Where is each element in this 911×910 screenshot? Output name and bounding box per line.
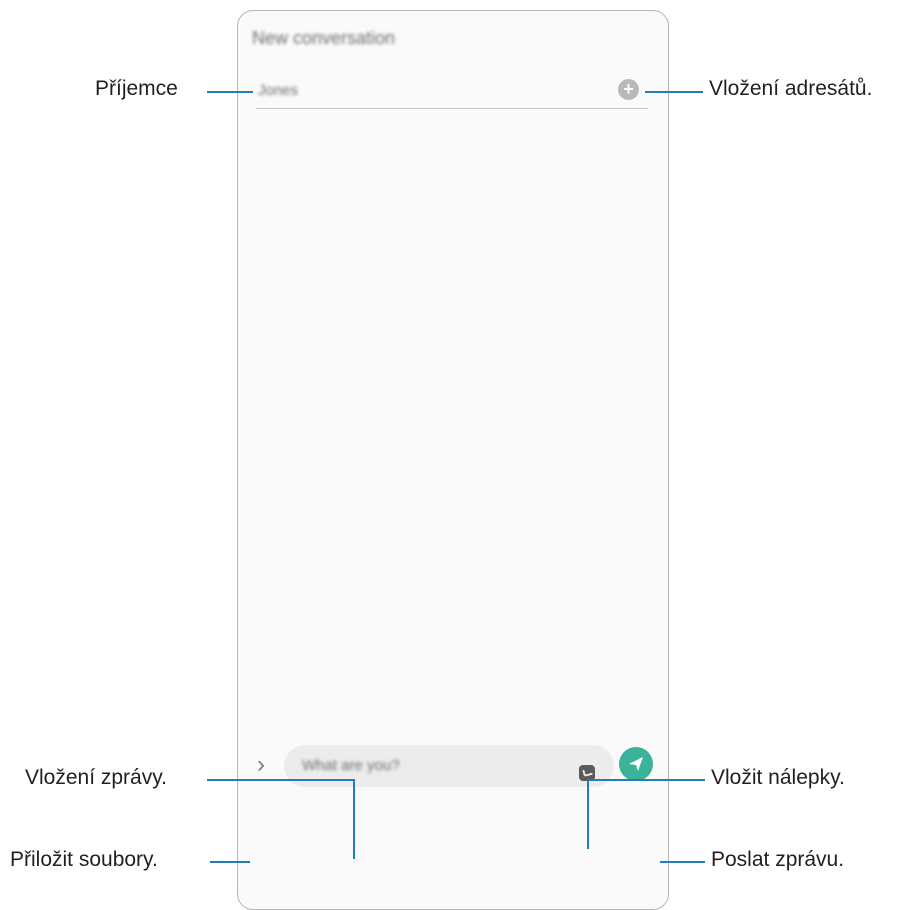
callout-recipient: Příjemce bbox=[95, 77, 178, 100]
callout-add-recipients: Vložení adresátů. bbox=[709, 77, 873, 100]
chevron-right-icon[interactable]: › bbox=[257, 753, 265, 777]
callout-line-send bbox=[660, 861, 705, 863]
callout-send: Poslat zprávu. bbox=[711, 848, 845, 871]
callout-line-stickers-h bbox=[587, 779, 705, 781]
callout-attach: Přiložit soubory. bbox=[10, 848, 158, 871]
add-icon[interactable]: + bbox=[618, 79, 639, 100]
callout-line-stickers-v bbox=[587, 779, 589, 849]
recipient-field[interactable]: Jones bbox=[258, 82, 298, 99]
recipient-divider bbox=[256, 108, 648, 109]
callout-line-attach bbox=[210, 861, 250, 863]
screen-title: New conversation bbox=[252, 28, 396, 48]
callout-stickers: Vložit nálepky. bbox=[711, 766, 845, 789]
callout-line-message-v bbox=[353, 779, 355, 859]
callout-line-add bbox=[645, 91, 703, 93]
callout-line-recipient bbox=[207, 91, 253, 93]
callout-line-message-h bbox=[207, 779, 355, 781]
phone-screen: New conversation Jones + › What are you? bbox=[237, 10, 669, 910]
send-button[interactable] bbox=[619, 747, 653, 781]
callout-enter-message: Vložení zprávy. bbox=[25, 766, 168, 789]
send-icon bbox=[629, 757, 643, 771]
message-placeholder: What are you? bbox=[302, 757, 400, 774]
